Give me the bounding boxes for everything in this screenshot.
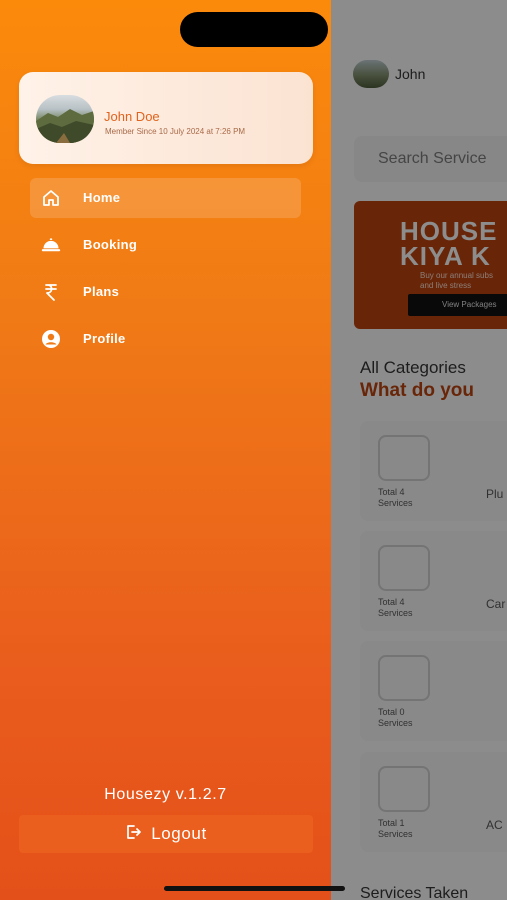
- menu-label: Booking: [83, 237, 138, 252]
- app-version: Housezy v.1.2.7: [104, 786, 227, 803]
- home-icon: [41, 188, 61, 208]
- menu-label: Home: [83, 190, 121, 205]
- menu-item-plans[interactable]: Plans: [30, 272, 301, 312]
- home-indicator[interactable]: [164, 886, 345, 891]
- profile-avatar: [36, 95, 94, 143]
- drawer-menu: Home Booking Plans Profile: [30, 178, 301, 366]
- profile-name: John Doe: [104, 109, 160, 124]
- menu-item-home[interactable]: Home: [30, 178, 301, 218]
- menu-item-profile[interactable]: Profile: [30, 319, 301, 359]
- service-bell-icon: [41, 235, 61, 255]
- navigation-drawer: John Doe Member Since 10 July 2024 at 7:…: [0, 0, 331, 900]
- profile-card[interactable]: John Doe Member Since 10 July 2024 at 7:…: [19, 72, 313, 164]
- logout-icon: [125, 824, 142, 845]
- menu-label: Plans: [83, 284, 120, 299]
- menu-label: Profile: [83, 331, 126, 346]
- user-circle-icon: [41, 329, 61, 349]
- logout-label: Logout: [151, 824, 207, 843]
- rupee-icon: [41, 282, 61, 302]
- dynamic-island: [180, 12, 328, 47]
- member-since: Member Since 10 July 2024 at 7:26 PM: [105, 127, 246, 136]
- menu-item-booking[interactable]: Booking: [30, 225, 301, 265]
- logout-button[interactable]: Logout: [19, 815, 313, 853]
